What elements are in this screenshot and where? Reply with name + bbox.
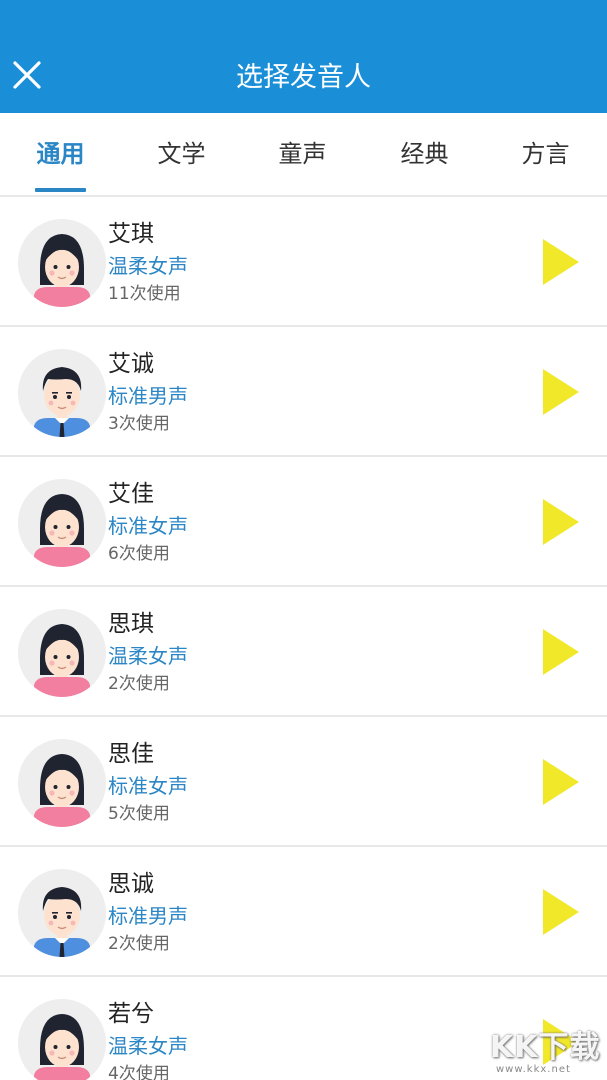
female-avatar-icon <box>18 219 106 307</box>
tab-general[interactable]: 通用 <box>0 113 121 195</box>
play-icon <box>543 369 579 415</box>
play-icon <box>543 629 579 675</box>
speaker-voice-type: 标准男声 <box>108 384 188 408</box>
speaker-voice-type: 标准男声 <box>108 904 188 928</box>
app-root: 选择发音人 通用 文学 童声 经典 方言 艾琪温柔女声 11次使用艾诚标准男声 3次… <box>0 0 607 1080</box>
play-icon <box>543 239 579 285</box>
speaker-name: 艾佳 <box>108 481 154 507</box>
speaker-usage-count: 2次使用 <box>108 934 170 954</box>
play-button[interactable] <box>543 629 579 675</box>
active-tab-indicator <box>35 188 86 192</box>
header-bar: 选择发音人 <box>0 0 607 113</box>
speaker-list: 艾琪 温柔女声 11次使用 艾诚 标准男声 3次使用 艾佳 标准女声 6次使用 思琪 温柔女声 2次使… <box>0 197 607 1080</box>
speaker-usage-count: 2次使用 <box>108 674 170 694</box>
speaker-row[interactable]: 艾佳标准女声 6次使用 <box>0 457 607 587</box>
speaker-name: 思琪 <box>108 611 154 637</box>
tab-literature[interactable]: 文学 <box>121 113 242 195</box>
speaker-row[interactable]: 若兮温柔女声 4次使用 <box>0 977 607 1080</box>
male-avatar-icon <box>18 349 106 437</box>
speaker-voice-type: 标准女声 <box>108 774 188 798</box>
play-icon <box>543 759 579 805</box>
female-avatar-icon <box>18 999 106 1080</box>
speaker-name: 艾诚 <box>108 351 154 377</box>
speaker-usage-count: 11次使用 <box>108 284 181 304</box>
speaker-usage-count: 5次使用 <box>108 804 170 824</box>
play-icon <box>543 1019 579 1065</box>
page-title: 选择发音人 <box>236 62 371 93</box>
play-icon <box>543 499 579 545</box>
speaker-usage-count: 6次使用 <box>108 544 170 564</box>
female-avatar-icon <box>18 479 106 567</box>
speaker-row[interactable]: 思诚标准男声 2次使用 <box>0 847 607 977</box>
speaker-row[interactable]: 艾琪温柔女声 11次使用 <box>0 197 607 327</box>
play-icon <box>543 889 579 935</box>
tab-dialect[interactable]: 方言 <box>485 113 606 195</box>
play-button[interactable] <box>543 499 579 545</box>
speaker-voice-type: 标准女声 <box>108 514 188 538</box>
speaker-usage-count: 4次使用 <box>108 1064 170 1080</box>
category-tabs: 通用 文学 童声 经典 方言 <box>0 113 607 197</box>
speaker-voice-type: 温柔女声 <box>108 1034 188 1058</box>
speaker-row[interactable]: 思佳标准女声 5次使用 <box>0 717 607 847</box>
speaker-row[interactable]: 艾诚标准男声 3次使用 <box>0 327 607 457</box>
play-button[interactable] <box>543 369 579 415</box>
speaker-voice-type: 温柔女声 <box>108 644 188 668</box>
tab-child-voice[interactable]: 童声 <box>242 113 363 195</box>
speaker-row[interactable]: 思琪温柔女声 2次使用 <box>0 587 607 717</box>
male-avatar-icon <box>18 869 106 957</box>
play-button[interactable] <box>543 889 579 935</box>
speaker-name: 艾琪 <box>108 221 154 247</box>
speaker-name: 若兮 <box>108 1001 154 1027</box>
play-button[interactable] <box>543 759 579 805</box>
speaker-name: 思诚 <box>108 871 154 897</box>
speaker-usage-count: 3次使用 <box>108 414 170 434</box>
speaker-name: 思佳 <box>108 741 154 767</box>
speaker-voice-type: 温柔女声 <box>108 254 188 278</box>
tab-classic[interactable]: 经典 <box>364 113 485 195</box>
play-button[interactable] <box>543 239 579 285</box>
female-avatar-icon <box>18 739 106 827</box>
female-avatar-icon <box>18 609 106 697</box>
play-button[interactable] <box>543 1019 579 1065</box>
